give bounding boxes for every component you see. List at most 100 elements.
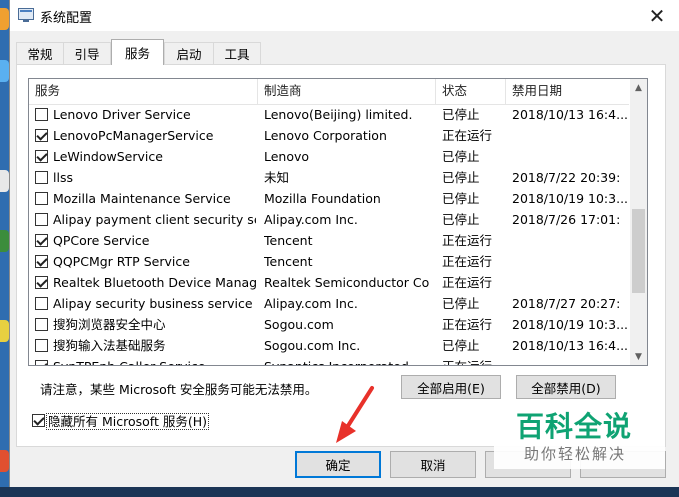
service-manufacturer: 未知 [264,170,290,185]
desktop-app-icon[interactable] [0,320,9,342]
service-checkbox[interactable] [35,234,48,247]
service-checkbox[interactable] [35,150,48,163]
service-name: QQPCMgr RTP Service [53,254,190,269]
scrollbar-thumb[interactable] [632,209,645,293]
scroll-down-arrow-icon[interactable]: ▼ [630,348,647,365]
table-row[interactable]: QPCore Service Tencent 正在运行 [29,230,629,251]
service-name: llss [53,170,73,185]
table-row[interactable]: Mozilla Maintenance Service Mozilla Found… [29,188,629,209]
desktop-strip [0,0,9,497]
table-row[interactable]: 搜狗输入法基础服务 Sogou.com Inc. 已停止 2018/10/13 16:… [29,335,629,356]
service-checkbox[interactable] [35,192,48,205]
tab-tools[interactable]: 工具 [213,42,261,64]
desktop-app-icon[interactable] [0,60,9,82]
watermark-logo-text: 百科全说 [516,410,633,443]
service-status: 已停止 [442,149,480,164]
desktop-app-icon[interactable] [0,450,9,472]
service-name: 搜狗浏览器安全中心 [53,317,166,332]
service-manufacturer: Alipay.com Inc. [264,296,358,311]
tab-general[interactable]: 常规 [16,42,64,64]
note-text: 请注意，某些 Microsoft 安全服务可能无法禁用。 [40,382,318,397]
service-checkbox[interactable] [35,171,48,184]
title-bar[interactable]: 系统配置 ✕ [10,0,679,31]
scroll-up-arrow-icon[interactable]: ▲ [630,79,647,96]
table-row[interactable]: QQPCMgr RTP Service Tencent 正在运行 [29,251,629,272]
service-name: QPCore Service [53,233,150,248]
service-name: Lenovo Driver Service [53,107,191,122]
service-name: Alipay payment client security ser... [53,212,256,227]
service-manufacturer: Realtek Semiconductor Co [264,275,430,290]
table-row[interactable]: Realtek Bluetooth Device Manag... Realtek… [29,272,629,293]
services-list[interactable]: 服务 制造商 状态 禁用日期 Lenovo Driver Service Leno… [28,78,648,366]
service-checkbox[interactable] [35,255,48,268]
column-header-service[interactable]: 服务 [29,79,258,104]
service-disable-date [512,146,629,167]
service-status: 正在运行 [442,254,493,269]
service-checkbox[interactable] [35,297,48,310]
table-row[interactable]: Lenovo Driver Service Lenovo(Beijing) lim… [29,104,629,125]
service-checkbox[interactable] [35,108,48,121]
table-row[interactable]: Alipay security business service Alipay.c… [29,293,629,314]
tab-services[interactable]: 服务 [111,39,164,65]
tab-boot[interactable]: 引导 [63,42,111,64]
service-status: 已停止 [442,191,480,206]
service-status: 已停止 [442,212,480,227]
service-status: 已停止 [442,296,480,311]
service-name: Realtek Bluetooth Device Manag... [53,275,256,290]
service-manufacturer: Synaptics Incorporated [264,356,434,365]
service-status: 正在运行 [442,317,493,332]
service-manufacturer: Tencent [264,233,313,248]
close-button[interactable]: ✕ [634,0,679,31]
table-row[interactable]: LenovoPcManagerService Lenovo Corporation… [29,125,629,146]
close-icon: ✕ [648,3,666,28]
table-row[interactable]: llss 未知 已停止 2018/7/22 20:39: [29,167,629,188]
table-row[interactable]: 搜狗浏览器安全中心 Sogou.com 正在运行 2018/10/19 10:3... [29,314,629,335]
hide-ms-services-label[interactable]: 隐藏所有 Microsoft 服务(H) [46,413,209,430]
service-name: LenovoPcManagerService [53,128,214,143]
service-disable-date: 2018/10/13 16:4... [512,107,629,122]
hide-ms-services-checkbox[interactable] [32,414,45,427]
enable-all-button[interactable]: 全部启用(E) [401,375,501,399]
cancel-button[interactable]: 取消 [390,451,476,478]
service-checkbox[interactable] [35,213,48,226]
table-row[interactable]: LeWindowService Lenovo 已停止 [29,146,629,167]
service-name: LeWindowService [53,149,163,164]
taskbar[interactable] [0,487,679,497]
service-name: Alipay security business service [53,296,253,311]
service-status: 正在运行 [442,275,493,290]
msconfig-icon [18,8,34,22]
vertical-scrollbar[interactable]: ▲ ▼ [630,79,647,365]
table-row[interactable]: SynTPEnh Caller Service Synaptics Incorpo… [29,356,629,365]
column-header-status[interactable]: 状态 [436,79,506,104]
service-checkbox[interactable] [35,339,48,352]
service-disable-date: 2018/7/22 20:39: [512,170,621,185]
service-checkbox[interactable] [35,276,48,289]
service-manufacturer: Sogou.com [264,317,334,332]
service-name: SynTPEnh Caller Service [53,356,256,365]
column-header-manufacturer[interactable]: 制造商 [258,79,436,104]
desktop-app-icon[interactable] [0,8,9,30]
service-manufacturer: Mozilla Foundation [264,191,381,206]
column-header-disable-date[interactable]: 禁用日期 [506,79,629,104]
service-status: 正在运行 [442,356,506,365]
service-manufacturer: Sogou.com Inc. [264,338,361,353]
ok-button[interactable]: 确定 [295,451,381,478]
watermark: 百科全说 助你轻松解决 [494,403,665,469]
service-disable-date: 2018/10/13 16:4... [512,338,629,353]
disable-all-button[interactable]: 全部禁用(D) [516,375,616,399]
service-name: Mozilla Maintenance Service [53,191,231,206]
watermark-slogan: 助你轻松解决 [524,445,627,463]
desktop-app-icon[interactable] [0,170,9,192]
tab-startup[interactable]: 启动 [164,42,214,64]
service-disable-date [512,272,629,293]
service-disable-date [512,356,629,365]
service-checkbox[interactable] [35,318,48,331]
red-arrow-annotation-icon [336,386,374,443]
service-disable-date: 2018/10/19 10:3... [512,317,629,332]
service-checkbox[interactable] [35,360,48,365]
service-status: 正在运行 [442,128,493,143]
table-row[interactable]: Alipay payment client security ser... Ali… [29,209,629,230]
desktop-app-icon[interactable] [0,230,9,252]
service-checkbox[interactable] [35,129,48,142]
service-disable-date [512,125,629,146]
